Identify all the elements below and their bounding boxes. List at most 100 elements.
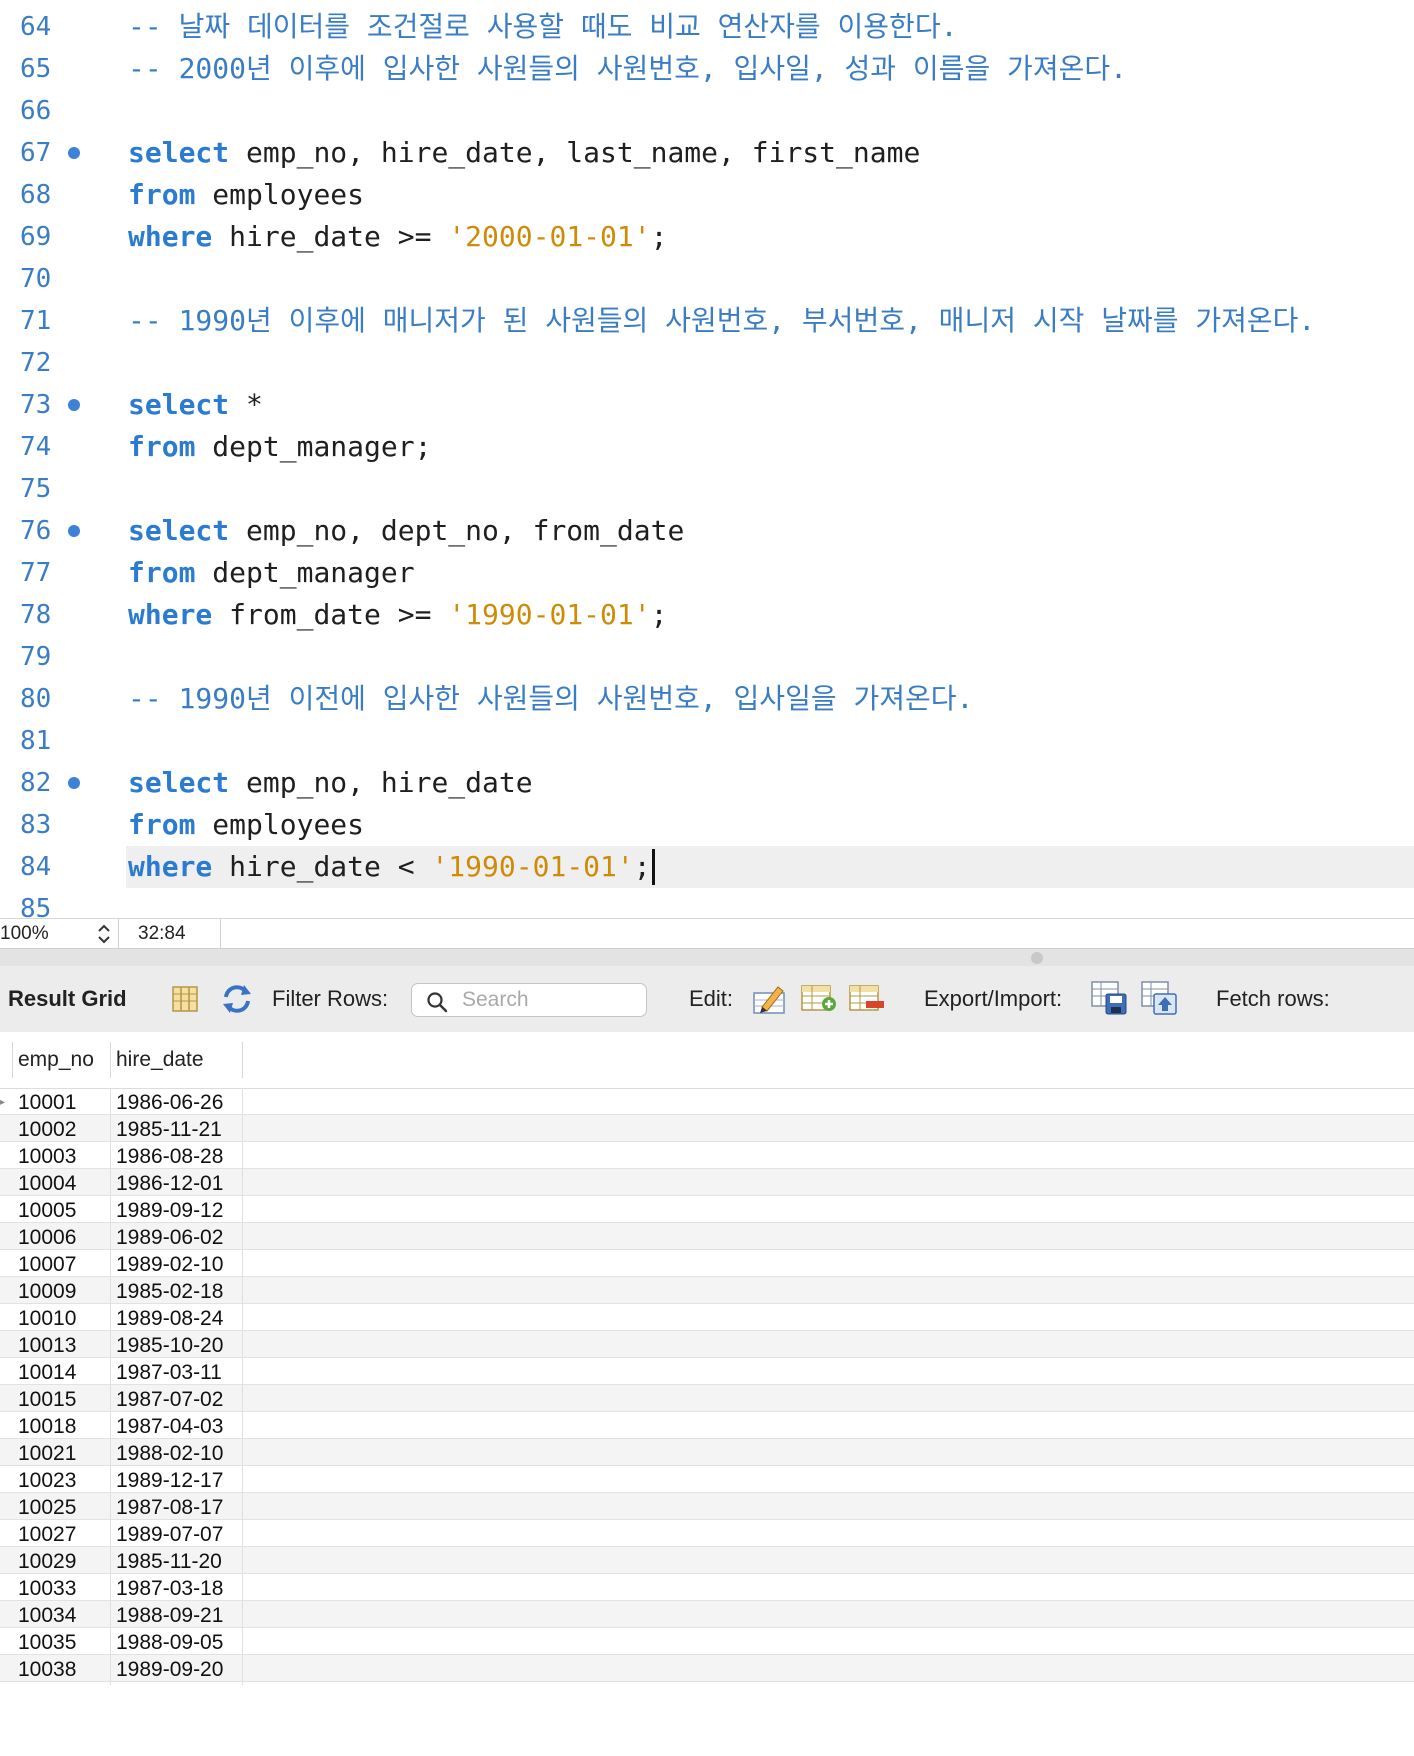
table-row[interactable]: ▸ 10001 1986-06-26 xyxy=(0,1088,1414,1118)
filter-search-box[interactable] xyxy=(411,983,647,1017)
cell-emp-no[interactable]: 10033 xyxy=(18,1576,76,1602)
column-header-hire-date[interactable]: hire_date xyxy=(116,1046,204,1074)
table-row[interactable]: 10021 1988-02-10 xyxy=(0,1439,1414,1469)
cell-hire-date[interactable]: 1985-11-20 xyxy=(116,1549,222,1575)
refresh-icon[interactable] xyxy=(220,983,254,1021)
cell-hire-date[interactable]: 1988-02-10 xyxy=(116,1441,223,1467)
splitter-handle[interactable] xyxy=(1031,952,1043,964)
column-divider[interactable] xyxy=(242,1042,243,1078)
cell-emp-no[interactable]: 10009 xyxy=(18,1279,76,1305)
table-row[interactable]: 10013 1985-10-20 xyxy=(0,1331,1414,1361)
cell-emp-no[interactable]: 10003 xyxy=(18,1144,76,1170)
code-text[interactable]: from employees xyxy=(128,807,364,843)
statement-marker-icon[interactable] xyxy=(68,399,80,411)
result-grid[interactable]: emp_no hire_date ▸ 10001 1986-06-26 10002 19… xyxy=(0,1032,1414,1756)
code-text[interactable]: -- 날짜 데이터를 조건절로 사용할 때도 비교 연산자를 이용한다. xyxy=(128,9,957,45)
column-header-emp-no[interactable]: emp_no xyxy=(18,1046,94,1074)
code-line[interactable]: 70 xyxy=(0,258,1414,300)
table-row[interactable]: 10014 1987-03-11 xyxy=(0,1358,1414,1388)
cell-emp-no[interactable]: 10006 xyxy=(18,1225,76,1251)
code-line[interactable]: 83 from employees xyxy=(0,804,1414,846)
cell-emp-no[interactable]: 10013 xyxy=(18,1333,76,1359)
cell-emp-no[interactable]: 10038 xyxy=(18,1657,76,1683)
table-row[interactable]: 10038 1989-09-20 xyxy=(0,1655,1414,1685)
code-line[interactable]: 71 -- 1990년 이후에 매니저가 된 사원들의 사원번호, 부서번호, 매… xyxy=(0,300,1414,342)
result-grid-tab[interactable]: Result Grid xyxy=(8,986,127,1012)
cell-emp-no[interactable]: 10014 xyxy=(18,1360,76,1386)
cell-emp-no[interactable]: 10018 xyxy=(18,1414,76,1440)
cell-emp-no[interactable]: 10002 xyxy=(18,1117,76,1143)
cell-emp-no[interactable]: 10010 xyxy=(18,1306,76,1332)
table-row[interactable]: 10004 1986-12-01 xyxy=(0,1169,1414,1199)
cell-emp-no[interactable]: 10005 xyxy=(18,1198,76,1224)
code-line[interactable]: 65 -- 2000년 이후에 입사한 사원들의 사원번호, 입사일, 성과 이름… xyxy=(0,48,1414,90)
code-line[interactable]: 66 xyxy=(0,90,1414,132)
code-line[interactable]: 75 xyxy=(0,468,1414,510)
cell-emp-no[interactable]: 10023 xyxy=(18,1468,76,1494)
cell-hire-date[interactable]: 1989-02-10 xyxy=(116,1252,223,1278)
cell-hire-date[interactable]: 1987-07-02 xyxy=(116,1387,223,1413)
code-text[interactable]: select * xyxy=(128,387,263,423)
table-row[interactable]: 10003 1986-08-28 xyxy=(0,1142,1414,1172)
delete-row-icon[interactable] xyxy=(848,982,886,1020)
code-line[interactable]: 79 xyxy=(0,636,1414,678)
code-line[interactable]: 72 xyxy=(0,342,1414,384)
sql-editor[interactable]: 64 -- 날짜 데이터를 조건절로 사용할 때도 비교 연산자를 이용한다. 65… xyxy=(0,0,1414,918)
edit-cell-icon[interactable] xyxy=(752,981,788,1021)
code-line[interactable]: 85 xyxy=(0,888,1414,918)
code-line[interactable]: 82 select emp_no, hire_date xyxy=(0,762,1414,804)
panel-splitter[interactable] xyxy=(0,948,1414,967)
column-divider[interactable] xyxy=(110,1042,111,1078)
statement-marker-icon[interactable] xyxy=(68,777,80,789)
table-row[interactable]: 10023 1989-12-17 xyxy=(0,1466,1414,1496)
cell-hire-date[interactable]: 1985-11-21 xyxy=(116,1117,222,1143)
statement-marker-icon[interactable] xyxy=(68,147,80,159)
import-icon[interactable] xyxy=(1140,980,1178,1022)
cell-hire-date[interactable]: 1986-08-28 xyxy=(116,1144,223,1170)
filter-search-input[interactable] xyxy=(462,987,638,1013)
code-line[interactable]: 69 where hire_date >= '2000-01-01'; xyxy=(0,216,1414,258)
code-line[interactable]: 84 where hire_date < '1990-01-01'; xyxy=(0,846,1414,888)
cell-hire-date[interactable]: 1987-03-11 xyxy=(116,1360,222,1386)
cell-hire-date[interactable]: 1989-07-07 xyxy=(116,1522,223,1548)
table-row[interactable]: 10025 1987-08-17 xyxy=(0,1493,1414,1523)
export-icon[interactable] xyxy=(1090,980,1128,1022)
code-line[interactable]: 80 -- 1990년 이전에 입사한 사원들의 사원번호, 입사일을 가져온다. xyxy=(0,678,1414,720)
cell-hire-date[interactable]: 1989-09-20 xyxy=(116,1657,223,1683)
cell-hire-date[interactable]: 1985-02-18 xyxy=(116,1279,223,1305)
code-line[interactable]: 76 select emp_no, dept_no, from_date xyxy=(0,510,1414,552)
code-text[interactable]: -- 2000년 이후에 입사한 사원들의 사원번호, 입사일, 성과 이름을 … xyxy=(128,51,1127,87)
cell-emp-no[interactable]: 10034 xyxy=(18,1603,76,1629)
cell-emp-no[interactable]: 10035 xyxy=(18,1630,76,1656)
cell-hire-date[interactable]: 1989-09-12 xyxy=(116,1198,223,1224)
code-line[interactable]: 77 from dept_manager xyxy=(0,552,1414,594)
cell-emp-no[interactable]: 10007 xyxy=(18,1252,76,1278)
code-line[interactable]: 73 select * xyxy=(0,384,1414,426)
table-row[interactable]: 10010 1989-08-24 xyxy=(0,1304,1414,1334)
code-text[interactable]: where hire_date < '1990-01-01'; xyxy=(128,849,655,885)
code-text[interactable]: from dept_manager xyxy=(128,555,415,591)
code-text[interactable]: select emp_no, hire_date, last_name, fir… xyxy=(128,135,920,171)
table-row[interactable]: 10015 1987-07-02 xyxy=(0,1385,1414,1415)
cell-hire-date[interactable]: 1986-06-26 xyxy=(116,1090,223,1116)
table-row[interactable]: 10002 1985-11-21 xyxy=(0,1115,1414,1145)
table-row[interactable]: 10018 1987-04-03 xyxy=(0,1412,1414,1442)
code-line[interactable]: 68 from employees xyxy=(0,174,1414,216)
cell-hire-date[interactable]: 1987-08-17 xyxy=(116,1495,223,1521)
cell-hire-date[interactable]: 1989-08-24 xyxy=(116,1306,223,1332)
cell-hire-date[interactable]: 1985-10-20 xyxy=(116,1333,223,1359)
table-row[interactable]: 10005 1989-09-12 xyxy=(0,1196,1414,1226)
code-line[interactable]: 74 from dept_manager; xyxy=(0,426,1414,468)
cell-hire-date[interactable]: 1988-09-05 xyxy=(116,1630,223,1656)
code-text[interactable]: -- 1990년 이전에 입사한 사원들의 사원번호, 입사일을 가져온다. xyxy=(128,681,973,717)
cell-hire-date[interactable]: 1989-12-17 xyxy=(116,1468,223,1494)
cell-hire-date[interactable]: 1987-04-03 xyxy=(116,1414,223,1440)
code-text[interactable]: -- 1990년 이후에 매니저가 된 사원들의 사원번호, 부서번호, 매니저… xyxy=(128,303,1315,339)
cell-emp-no[interactable]: 10021 xyxy=(18,1441,76,1467)
code-text[interactable]: select emp_no, dept_no, from_date xyxy=(128,513,684,549)
cell-hire-date[interactable]: 1989-06-02 xyxy=(116,1225,223,1251)
code-text[interactable]: where from_date >= '1990-01-01'; xyxy=(128,597,667,633)
table-row[interactable]: 10029 1985-11-20 xyxy=(0,1547,1414,1577)
code-line[interactable]: 64 -- 날짜 데이터를 조건절로 사용할 때도 비교 연산자를 이용한다. xyxy=(0,6,1414,48)
table-row[interactable]: 10006 1989-06-02 xyxy=(0,1223,1414,1253)
